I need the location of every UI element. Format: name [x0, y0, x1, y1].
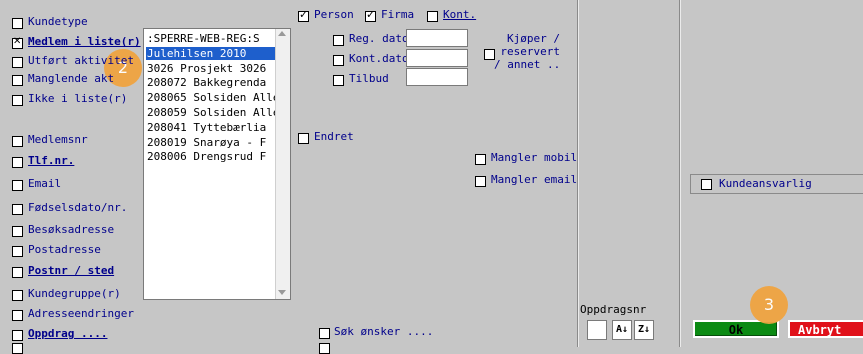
person-label: Person	[314, 8, 354, 21]
criteria-label: Fødselsdato/nr.	[28, 201, 128, 214]
list-item[interactable]: 208065 Solsiden Alle	[147, 91, 275, 104]
mangler-email-label: Mangler email	[491, 173, 578, 186]
reg-dato-label: Reg. dato	[349, 32, 409, 45]
criteria-checkbox[interactable]	[12, 95, 23, 106]
list-item[interactable]: 208006 Drengsrud F	[147, 150, 275, 163]
kundeansvarlig-checkbox[interactable]	[701, 179, 712, 190]
sok-onsker-label: Søk ønsker ....	[334, 325, 434, 338]
tilbud-checkbox[interactable]	[333, 75, 344, 86]
person-checkbox[interactable]	[298, 8, 309, 22]
criteria-label: Besøksadresse	[28, 223, 115, 236]
kont-dato-input[interactable]	[406, 49, 468, 67]
mangler-mobil-checkbox[interactable]	[475, 154, 486, 165]
endret-checkbox[interactable]	[298, 133, 309, 144]
criteria-checkbox[interactable]	[12, 136, 23, 147]
reg-dato-input[interactable]	[406, 29, 468, 47]
criteria-label: Medlem i liste(r)	[28, 35, 141, 48]
criteria-label: Kundetype	[28, 15, 88, 28]
kont-dato-checkbox[interactable]	[333, 55, 344, 66]
criteria-checkbox[interactable]	[12, 246, 23, 257]
criteria-label: Email	[28, 177, 62, 190]
list-item[interactable]: 208059 Solsiden Alle	[147, 106, 275, 119]
criteria-label: Utført aktivitet	[28, 54, 134, 67]
kjoper-label: Kjøper / reservert / annet ..	[494, 32, 561, 71]
criteria-checkbox[interactable]	[12, 267, 23, 278]
kont-label: Kont.	[443, 8, 477, 21]
criteria-checkbox[interactable]	[12, 157, 23, 168]
endret-label: Endret	[314, 130, 354, 143]
avbryt-button[interactable]: Avbryt	[788, 320, 863, 338]
reg-dato-checkbox[interactable]	[333, 35, 344, 46]
kont-checkbox[interactable]	[427, 11, 438, 22]
criteria-checkbox[interactable]	[12, 57, 23, 68]
kundeansvarlig-label: Kundeansvarlig	[719, 177, 812, 190]
criteria-label: Adresseendringer	[28, 307, 134, 320]
criteria-label: Tlf.nr.	[28, 154, 75, 167]
criteria-checkbox[interactable]	[12, 226, 23, 237]
criteria-label: Postnr / sted	[28, 264, 115, 277]
criteria-checkbox[interactable]	[12, 180, 23, 191]
second-checkbox-cut[interactable]	[319, 343, 330, 354]
list-item[interactable]: 3026 Prosjekt 3026	[147, 62, 275, 75]
tilbud-label: Tilbud	[349, 72, 389, 85]
criteria-checkbox[interactable]	[12, 330, 23, 341]
sok-onsker-checkbox[interactable]	[319, 328, 330, 339]
list-item[interactable]: 208041 Tyttebærlia	[147, 121, 275, 134]
criteria-checkbox[interactable]	[12, 36, 23, 49]
criteria-label: Postadresse	[28, 243, 101, 256]
criteria-checkbox[interactable]	[12, 290, 23, 301]
left-checkbox-cut[interactable]	[12, 343, 23, 354]
scroll-down-icon[interactable]	[278, 290, 286, 295]
separator	[578, 0, 579, 347]
sort-descending-icon[interactable]: Z↓	[634, 320, 654, 340]
list-selector[interactable]: :SPERRE-WEB-REG:S Julehilsen 2010 3026 Pro…	[143, 28, 291, 300]
oppdragsnr-input[interactable]	[587, 320, 607, 340]
mangler-mobil-label: Mangler mobil	[491, 151, 578, 164]
step-badge: 3	[750, 286, 788, 324]
firma-checkbox[interactable]	[365, 8, 376, 22]
mangler-email-checkbox[interactable]	[475, 176, 486, 187]
list-item[interactable]: :SPERRE-WEB-REG:S	[147, 32, 275, 45]
criteria-checkbox[interactable]	[12, 75, 23, 86]
kont-dato-label: Kont.dato	[349, 52, 409, 65]
sort-ascending-icon[interactable]: A↓	[612, 320, 632, 340]
criteria-label: Ikke i liste(r)	[28, 92, 128, 105]
scroll-up-icon[interactable]	[278, 31, 286, 36]
criteria-checkbox[interactable]	[12, 204, 23, 215]
firma-label: Firma	[381, 8, 415, 21]
criteria-label: Kundegruppe(r)	[28, 287, 121, 300]
criteria-checkbox[interactable]	[12, 310, 23, 321]
separator	[680, 0, 681, 347]
oppdragsnr-label: Oppdragsnr	[580, 303, 647, 316]
criteria-label: Oppdrag ....	[28, 327, 108, 340]
list-item[interactable]: 208072 Bakkegrenda	[147, 76, 275, 89]
criteria-label: Manglende akt	[28, 72, 115, 85]
list-item[interactable]: Julehilsen 2010	[146, 46, 275, 60]
list-item[interactable]: 208019 Snarøya - F	[147, 136, 275, 149]
tilbud-input[interactable]	[406, 68, 468, 86]
listbox-scrollbar[interactable]	[275, 29, 290, 299]
criteria-label: Medlemsnr	[28, 133, 88, 146]
criteria-checkbox[interactable]	[12, 18, 23, 29]
